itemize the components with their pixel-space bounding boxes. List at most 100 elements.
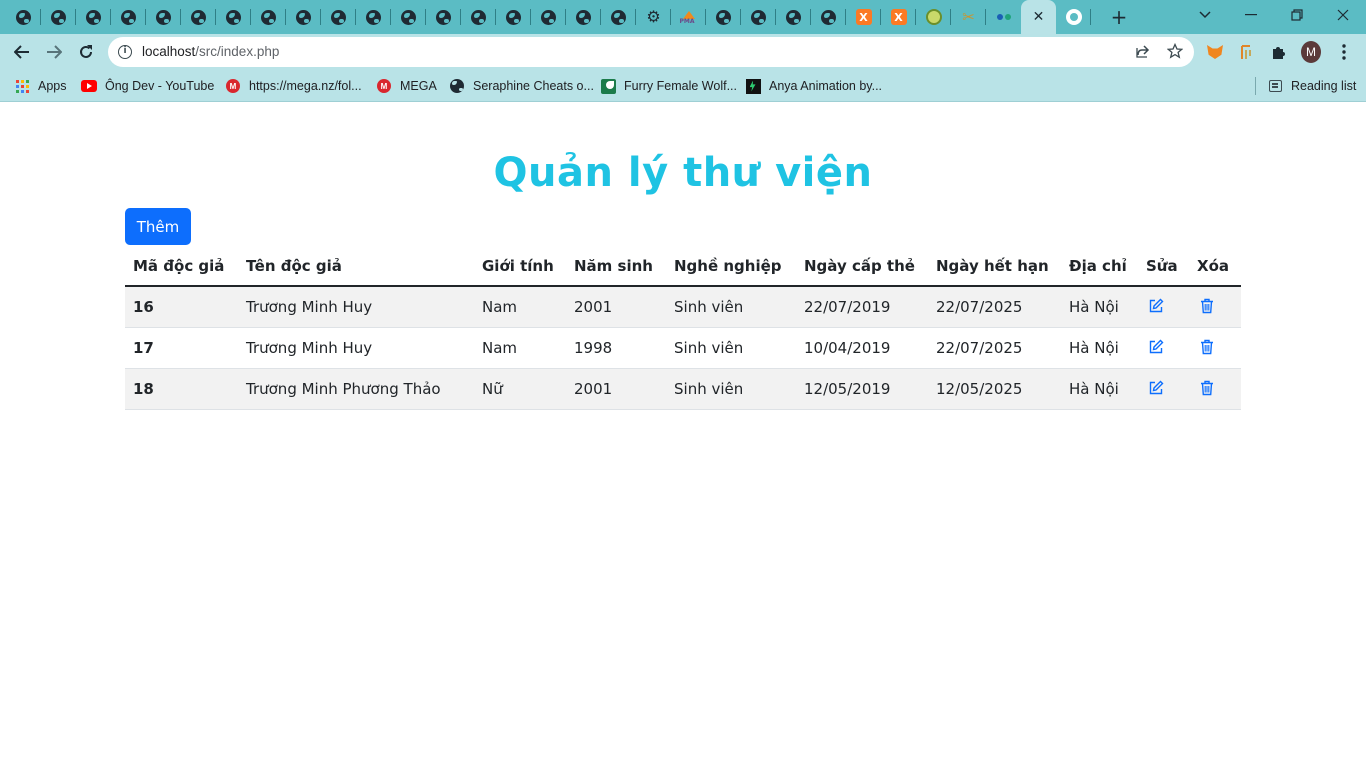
browser-tab[interactable] bbox=[6, 0, 41, 34]
browser-tab[interactable] bbox=[706, 0, 741, 34]
restore-icon bbox=[1291, 9, 1303, 21]
browser-tab[interactable] bbox=[601, 0, 636, 34]
site-info-icon[interactable]: i bbox=[118, 45, 132, 59]
mega-icon: M bbox=[225, 78, 241, 94]
browser-tab[interactable] bbox=[286, 0, 321, 34]
url-host: localhost bbox=[142, 44, 196, 59]
url-path: /src/index.php bbox=[195, 44, 280, 59]
bookmark-seraphine-cheats[interactable]: Seraphine Cheats o... bbox=[449, 76, 594, 96]
cell-expiry-date: 12/05/2025 bbox=[928, 368, 1061, 410]
browser-tab[interactable] bbox=[461, 0, 496, 34]
address-bar[interactable]: i localhost/src/index.php bbox=[108, 37, 1194, 67]
cell-reader-name: Trương Minh Phương Thảo bbox=[238, 368, 474, 410]
browser-tab[interactable] bbox=[146, 0, 181, 34]
browser-tab[interactable] bbox=[321, 0, 356, 34]
globe-icon bbox=[436, 9, 451, 25]
browser-tab[interactable]: PMA bbox=[671, 0, 706, 34]
xampp-icon: X bbox=[890, 9, 907, 25]
restore-button[interactable] bbox=[1274, 0, 1320, 30]
browser-tab[interactable] bbox=[1056, 0, 1091, 34]
bookmark-star-icon[interactable] bbox=[1166, 42, 1184, 61]
column-header-expiry-date: Ngày hết hạn bbox=[928, 246, 1061, 287]
browser-tab[interactable] bbox=[566, 0, 601, 34]
share-icon[interactable] bbox=[1134, 43, 1152, 61]
reading-list-button[interactable]: Reading list bbox=[1267, 76, 1356, 96]
browser-tab[interactable] bbox=[986, 0, 1021, 34]
browser-tab[interactable] bbox=[426, 0, 461, 34]
new-tab-button[interactable]: + bbox=[1108, 6, 1130, 28]
cell-reader-id: 17 bbox=[125, 327, 238, 369]
browser-tab[interactable] bbox=[496, 0, 531, 34]
browser-tab[interactable]: X bbox=[881, 0, 916, 34]
green-circle-icon bbox=[925, 9, 942, 25]
close-icon bbox=[1337, 9, 1349, 21]
browser-tab[interactable] bbox=[111, 0, 146, 34]
tab-separator bbox=[1090, 9, 1091, 25]
browser-menu-button[interactable] bbox=[1334, 42, 1354, 62]
close-window-button[interactable] bbox=[1320, 0, 1366, 30]
bookmark-mega[interactable]: M MEGA bbox=[376, 76, 437, 96]
browser-tab[interactable]: ⚙ bbox=[636, 0, 671, 34]
browser-tab[interactable] bbox=[916, 0, 951, 34]
bookmark-furry-female-wolf[interactable]: Furry Female Wolf... bbox=[600, 76, 737, 96]
forward-button[interactable] bbox=[42, 40, 66, 64]
edit-button[interactable] bbox=[1146, 337, 1166, 357]
youtube-icon bbox=[81, 78, 97, 94]
browser-tab[interactable] bbox=[251, 0, 286, 34]
bookmark-ong-dev-youtube[interactable]: Ông Dev - YouTube bbox=[81, 76, 214, 96]
minimize-button[interactable] bbox=[1228, 0, 1274, 30]
add-button[interactable]: Thêm bbox=[125, 208, 191, 245]
bookmark-anya-animation[interactable]: Anya Animation by... bbox=[745, 76, 882, 96]
tab-search-button[interactable] bbox=[1182, 0, 1228, 30]
tab-active[interactable]: ✕ bbox=[1021, 0, 1056, 34]
close-icon[interactable]: ✕ bbox=[1033, 9, 1045, 25]
globe-icon bbox=[611, 9, 626, 25]
browser-tab[interactable] bbox=[181, 0, 216, 34]
edit-button[interactable] bbox=[1146, 296, 1166, 316]
bookmarks-divider bbox=[1255, 77, 1256, 95]
bookmark-mega-folder[interactable]: M https://mega.nz/fol... bbox=[225, 76, 362, 96]
avatar: M bbox=[1301, 41, 1321, 63]
browser-tab[interactable] bbox=[356, 0, 391, 34]
column-header-reader-id: Mã độc giả bbox=[125, 246, 238, 287]
page-title: Quản lý thư viện bbox=[493, 150, 873, 196]
profile-button[interactable]: M bbox=[1301, 41, 1321, 63]
column-header-gender: Giới tính bbox=[474, 246, 566, 287]
extension-icon[interactable] bbox=[1237, 42, 1257, 62]
bookmark-label: Apps bbox=[38, 79, 67, 93]
browser-tab[interactable] bbox=[76, 0, 111, 34]
extensions-button[interactable] bbox=[1269, 42, 1289, 62]
gear-icon: ⚙ bbox=[646, 7, 661, 26]
delete-button[interactable] bbox=[1197, 378, 1217, 398]
bookmark-apps[interactable]: Apps bbox=[14, 76, 67, 96]
browser-tab[interactable]: X bbox=[846, 0, 881, 34]
bookmark-label: Seraphine Cheats o... bbox=[473, 79, 594, 93]
edit-button[interactable] bbox=[1146, 378, 1166, 398]
url-text[interactable]: localhost/src/index.php bbox=[142, 44, 279, 59]
reload-button[interactable] bbox=[74, 40, 98, 64]
globe-icon bbox=[576, 9, 591, 25]
back-button[interactable] bbox=[10, 40, 34, 64]
globe-icon bbox=[786, 9, 801, 25]
metamask-extension-icon[interactable] bbox=[1205, 42, 1225, 62]
browser-tab[interactable] bbox=[531, 0, 566, 34]
delete-button[interactable] bbox=[1197, 337, 1217, 357]
browser-tab[interactable] bbox=[391, 0, 426, 34]
cell-occupation: Sinh viên bbox=[666, 286, 796, 328]
browser-tab[interactable] bbox=[41, 0, 76, 34]
globe-icon bbox=[51, 9, 66, 25]
browser-tab[interactable] bbox=[811, 0, 846, 34]
delete-button[interactable] bbox=[1197, 296, 1217, 316]
cell-edit bbox=[1138, 286, 1189, 328]
globe-icon bbox=[716, 9, 731, 25]
globe-icon bbox=[401, 9, 416, 25]
browser-tab[interactable] bbox=[216, 0, 251, 34]
trash-icon bbox=[1201, 339, 1213, 354]
browser-tab[interactable] bbox=[741, 0, 776, 34]
browser-tab[interactable]: ✂ bbox=[951, 0, 986, 34]
cell-reader-id: 16 bbox=[125, 286, 238, 328]
github-icon bbox=[1065, 9, 1082, 25]
kebab-menu-icon bbox=[1342, 44, 1346, 60]
browser-tab[interactable] bbox=[776, 0, 811, 34]
column-header-delete: Xóa bbox=[1189, 246, 1241, 287]
